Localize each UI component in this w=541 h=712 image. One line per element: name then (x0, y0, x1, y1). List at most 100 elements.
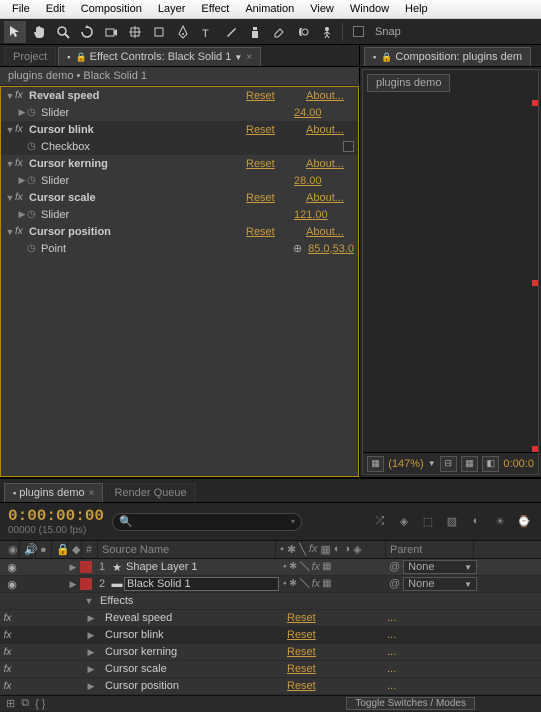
menu-animation[interactable]: Animation (237, 1, 302, 17)
menu-window[interactable]: Window (342, 1, 397, 17)
menu-help[interactable]: Help (397, 1, 436, 17)
timeline-tab-render[interactable]: Render Queue (105, 483, 195, 502)
menu-edit[interactable]: Edit (38, 1, 73, 17)
fx-icon[interactable]: fx (309, 543, 318, 556)
reset-link[interactable]: Reset (287, 612, 387, 624)
effect-header-row[interactable]: ▼fxCursor positionResetAbout... (1, 223, 358, 240)
twirl-icon[interactable]: ▶ (68, 562, 78, 573)
reset-link[interactable]: Reset (246, 192, 306, 204)
clone-tool[interactable] (244, 21, 266, 43)
options-link[interactable]: ... (387, 612, 407, 624)
reset-link[interactable]: Reset (246, 158, 306, 170)
dropdown-icon[interactable]: ▾ (291, 517, 295, 526)
param-value[interactable]: 121.00 (294, 209, 354, 221)
shy-icon[interactable]: ⬚ (419, 515, 437, 528)
layer-name[interactable]: Black Solid 1 (124, 577, 279, 591)
effects-group-row[interactable]: ▼Effects (0, 593, 541, 610)
dropdown-icon[interactable]: ▼ (428, 459, 436, 468)
twirl-icon[interactable]: ▶ (68, 579, 78, 590)
close-icon[interactable]: × (89, 488, 95, 499)
comp-handle[interactable] (532, 100, 538, 106)
switch-icon[interactable]: ◐ (334, 543, 341, 556)
checkbox-input[interactable] (343, 141, 354, 152)
reset-link[interactable]: Reset (287, 663, 387, 675)
layer-row[interactable]: ◉▶2▬Black Solid 1⬩ ✱ ╲ fx ▦@None▼ (0, 576, 541, 593)
graph-icon[interactable]: ☀ (491, 515, 509, 528)
fx-icon[interactable]: fx (0, 630, 15, 641)
switch-icon[interactable]: ✱ (287, 543, 296, 556)
toggle-switches-icon[interactable]: ⊞ (6, 697, 15, 710)
visibility-icon[interactable]: ◉ (4, 578, 20, 591)
mask-btn[interactable]: ◧ (482, 456, 499, 472)
twirl-icon[interactable]: ▶ (85, 613, 97, 624)
resolution-btn[interactable]: ⊟ (440, 456, 457, 472)
composition-viewer[interactable] (383, 100, 538, 452)
toggle-transfer-icon[interactable]: { } (35, 698, 45, 710)
layer-parent[interactable]: @None▼ (389, 560, 477, 574)
timeline-effect-row[interactable]: fx▶Reveal speedReset... (0, 610, 541, 627)
col-lock-icon[interactable]: 🔒 (52, 541, 68, 558)
reset-link[interactable]: Reset (246, 226, 306, 238)
switch-icon[interactable]: ⬩ (280, 543, 284, 556)
switch-icon[interactable]: ▦ (320, 543, 330, 556)
pan-behind-tool[interactable] (124, 21, 146, 43)
timeline-effect-row[interactable]: fx▶Cursor scaleReset... (0, 661, 541, 678)
reset-link[interactable]: Reset (287, 629, 387, 641)
draft3d-icon[interactable]: ◈ (395, 515, 413, 528)
current-timecode[interactable]: 0:00:00:00 (8, 507, 104, 525)
timeline-effect-row[interactable]: fx▶Cursor positionReset... (0, 678, 541, 695)
menu-file[interactable]: File (4, 1, 38, 17)
reset-link[interactable]: Reset (246, 124, 306, 136)
brush-tool[interactable] (220, 21, 242, 43)
options-link[interactable]: ... (387, 663, 407, 675)
about-link[interactable]: About... (306, 158, 354, 170)
options-link[interactable]: ... (387, 646, 407, 658)
label-color[interactable] (80, 561, 92, 573)
twirl-icon[interactable]: ▼ (5, 125, 15, 135)
mask-tool[interactable] (148, 21, 170, 43)
tab-composition[interactable]: ▪ 🔒 Composition: plugins dem (364, 47, 531, 66)
menu-effect[interactable]: Effect (193, 1, 237, 17)
parent-dropdown[interactable]: None▼ (403, 560, 477, 574)
layer-row[interactable]: ◉▶1★Shape Layer 1⬩ ✱ ╲ fx ▦@None▼ (0, 559, 541, 576)
stopwatch-icon[interactable]: ◷ (27, 141, 41, 152)
pickwhip-icon[interactable]: @ (389, 578, 400, 590)
col-label-icon[interactable]: ◆ (68, 541, 82, 558)
param-value[interactable]: 28.00 (294, 175, 354, 187)
lock-icon[interactable]: 🔒 (75, 52, 86, 63)
tab-effect-controls[interactable]: ▪ 🔒 Effect Controls: Black Solid 1 ▼ × (58, 47, 261, 66)
menu-layer[interactable]: Layer (150, 1, 194, 17)
brainstorm-icon[interactable]: ⌚ (515, 515, 533, 528)
fx-icon[interactable]: fx (0, 613, 15, 624)
reset-link[interactable]: Reset (246, 90, 306, 102)
motion-blur-icon[interactable]: ◐ (467, 515, 485, 528)
point-target-icon[interactable]: ⊕ (293, 242, 302, 255)
effect-header-row[interactable]: ▼fxCursor blinkResetAbout... (1, 121, 358, 138)
twirl-icon[interactable]: ▼ (5, 91, 15, 101)
dropdown-icon[interactable]: ▼ (234, 53, 242, 62)
selection-tool[interactable] (4, 21, 26, 43)
effect-header-row[interactable]: ▼fxCursor scaleResetAbout... (1, 189, 358, 206)
pen-tool[interactable] (172, 21, 194, 43)
parent-dropdown[interactable]: None▼ (403, 577, 477, 591)
twirl-icon[interactable]: ▶ (17, 107, 27, 118)
stopwatch-icon[interactable]: ◷ (27, 209, 41, 220)
effect-header-row[interactable]: ▼fxReveal speedResetAbout... (1, 87, 358, 104)
rotate-tool[interactable] (76, 21, 98, 43)
options-link[interactable]: ... (387, 629, 407, 641)
roto-tool[interactable] (292, 21, 314, 43)
fx-icon[interactable]: fx (0, 647, 15, 658)
comp-mini-flowchart-icon[interactable]: ⤮ (371, 515, 389, 528)
close-icon[interactable]: × (246, 52, 252, 63)
menu-view[interactable]: View (302, 1, 342, 17)
timeline-effect-row[interactable]: fx▶Cursor kerningReset... (0, 644, 541, 661)
fx-icon[interactable]: fx (15, 158, 29, 169)
layer-name[interactable]: Shape Layer 1 (124, 561, 279, 573)
zoom-tool[interactable] (52, 21, 74, 43)
col-solo-icon[interactable]: ● (36, 541, 52, 558)
hand-tool[interactable] (28, 21, 50, 43)
param-value[interactable]: 85.0,53.0 (308, 243, 354, 255)
tab-project[interactable]: Project (4, 47, 56, 66)
switch-icon[interactable]: ◈ (353, 543, 361, 556)
puppet-tool[interactable] (316, 21, 338, 43)
